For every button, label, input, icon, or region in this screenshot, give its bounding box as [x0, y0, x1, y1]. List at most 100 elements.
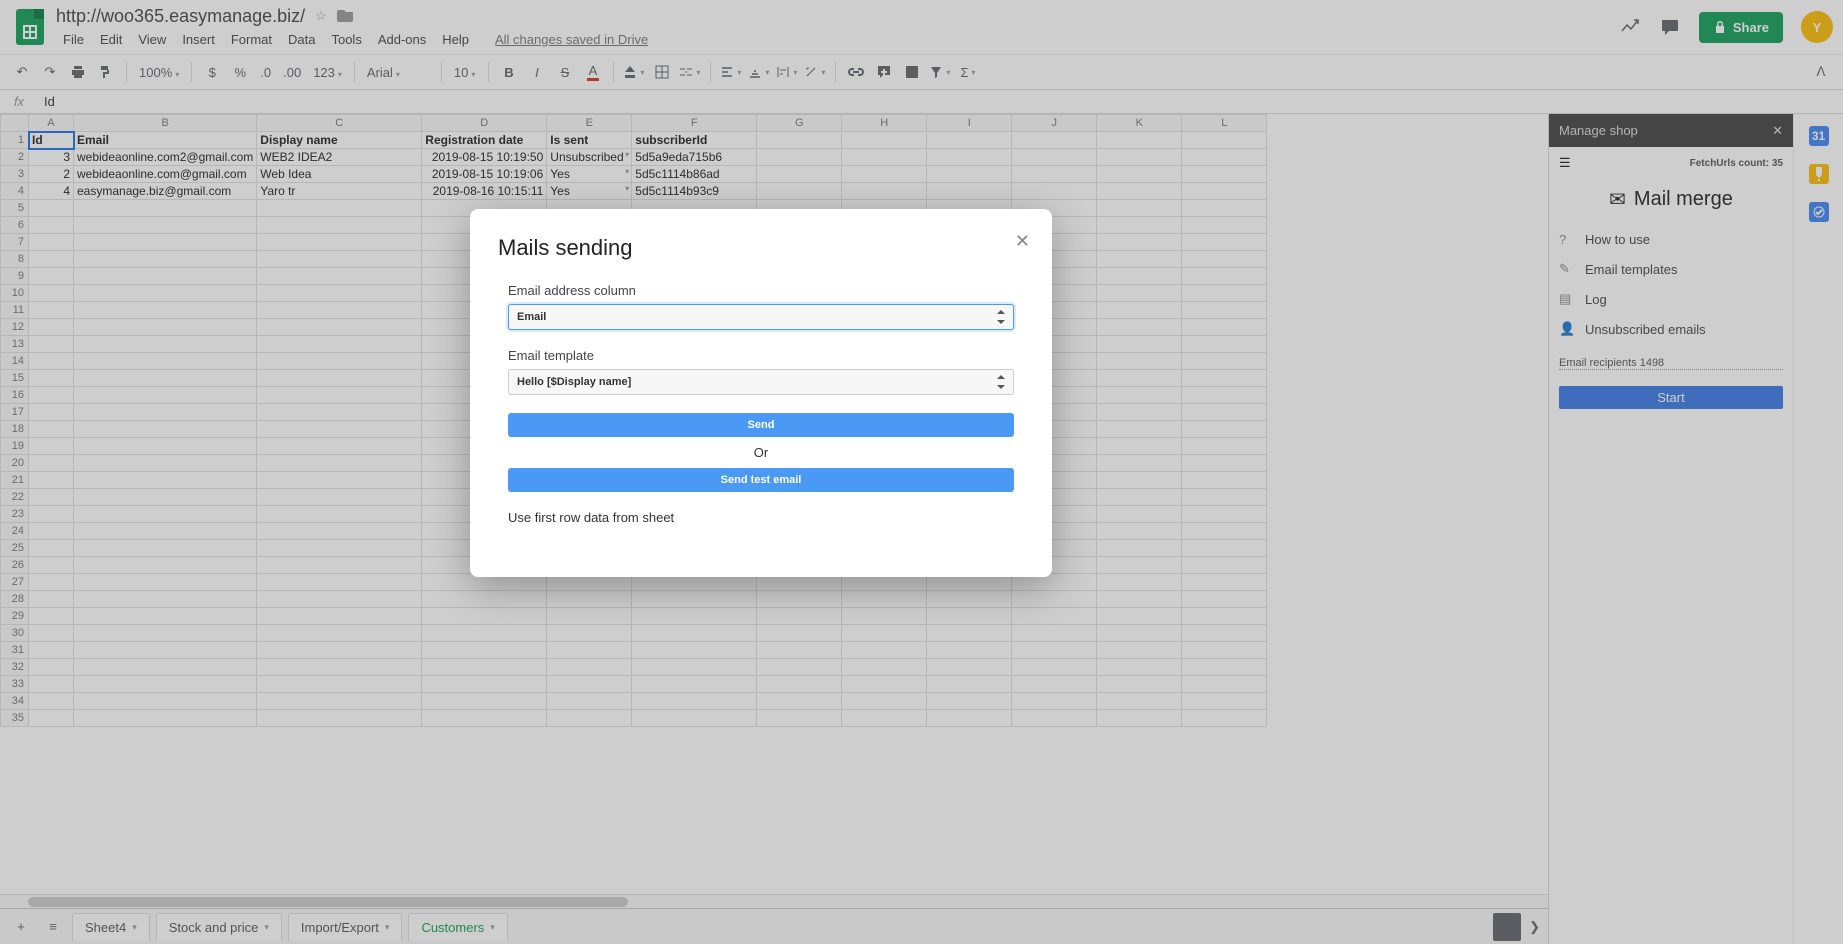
undo-icon[interactable]: ↶: [10, 60, 34, 84]
cell[interactable]: [1012, 710, 1097, 727]
cell[interactable]: [842, 676, 927, 693]
col-header[interactable]: L: [1182, 115, 1267, 132]
number-format-select[interactable]: 123: [309, 65, 346, 80]
col-header[interactable]: D: [422, 115, 547, 132]
col-header[interactable]: F: [632, 115, 757, 132]
cell[interactable]: [257, 642, 422, 659]
text-color-icon[interactable]: A: [581, 60, 605, 84]
menu-edit[interactable]: Edit: [93, 30, 129, 49]
row-header[interactable]: 4: [1, 183, 29, 200]
cell[interactable]: [1182, 370, 1267, 387]
cell[interactable]: [1182, 591, 1267, 608]
cell[interactable]: [632, 676, 757, 693]
cell[interactable]: [757, 625, 842, 642]
cell[interactable]: [1182, 285, 1267, 302]
menu-addons[interactable]: Add-ons: [371, 30, 433, 49]
cell[interactable]: [257, 489, 422, 506]
cell[interactable]: [1097, 557, 1182, 574]
cell[interactable]: [1097, 302, 1182, 319]
cell[interactable]: [29, 710, 74, 727]
cell[interactable]: [29, 251, 74, 268]
cell[interactable]: Web Idea: [257, 166, 422, 183]
cell[interactable]: [257, 336, 422, 353]
row-header[interactable]: 16: [1, 387, 29, 404]
row-header[interactable]: 32: [1, 659, 29, 676]
cell[interactable]: [257, 370, 422, 387]
cell[interactable]: [632, 693, 757, 710]
cell[interactable]: [257, 387, 422, 404]
cell[interactable]: [257, 472, 422, 489]
cell[interactable]: [1097, 234, 1182, 251]
cell[interactable]: [1182, 268, 1267, 285]
cell[interactable]: [29, 302, 74, 319]
share-button[interactable]: Share: [1699, 12, 1783, 43]
cell[interactable]: [257, 676, 422, 693]
cell[interactable]: [257, 523, 422, 540]
borders-icon[interactable]: [650, 60, 674, 84]
bold-icon[interactable]: B: [497, 60, 521, 84]
sidebar-item-templates[interactable]: ✎Email templates: [1559, 261, 1783, 277]
cell[interactable]: [547, 676, 632, 693]
cell[interactable]: [1097, 625, 1182, 642]
functions-icon[interactable]: Σ: [956, 60, 980, 84]
row-header[interactable]: 13: [1, 336, 29, 353]
comment-icon[interactable]: [1659, 16, 1681, 38]
cell[interactable]: [422, 608, 547, 625]
row-header[interactable]: 33: [1, 676, 29, 693]
cell[interactable]: webideaonline.com2@gmail.com: [74, 149, 257, 166]
cell[interactable]: [29, 421, 74, 438]
cell[interactable]: [29, 659, 74, 676]
cell[interactable]: [757, 659, 842, 676]
cell[interactable]: [842, 710, 927, 727]
menu-insert[interactable]: Insert: [175, 30, 222, 49]
cell[interactable]: [74, 387, 257, 404]
cell[interactable]: [74, 353, 257, 370]
cell[interactable]: [29, 455, 74, 472]
cell[interactable]: [74, 710, 257, 727]
decrease-decimal-icon[interactable]: .0: [256, 65, 275, 80]
cell[interactable]: [29, 387, 74, 404]
tab-customers[interactable]: Customers▾: [408, 913, 507, 941]
row-header[interactable]: 31: [1, 642, 29, 659]
cell[interactable]: [1182, 642, 1267, 659]
cell[interactable]: [1012, 591, 1097, 608]
cell[interactable]: [257, 404, 422, 421]
cell[interactable]: [1097, 676, 1182, 693]
cell[interactable]: 5d5c1114b86ad: [632, 166, 757, 183]
cell[interactable]: [632, 608, 757, 625]
cell[interactable]: [74, 472, 257, 489]
cell[interactable]: [74, 540, 257, 557]
cell[interactable]: [257, 217, 422, 234]
cell[interactable]: [1097, 336, 1182, 353]
cell[interactable]: [257, 421, 422, 438]
row-header[interactable]: 35: [1, 710, 29, 727]
cell[interactable]: [74, 421, 257, 438]
row-header[interactable]: 1: [1, 132, 29, 149]
add-sheet-icon[interactable]: +: [8, 914, 34, 940]
row-header[interactable]: 9: [1, 268, 29, 285]
insert-comment-icon[interactable]: [872, 60, 896, 84]
cell[interactable]: [1012, 659, 1097, 676]
font-size-select[interactable]: 10: [450, 65, 480, 80]
cell[interactable]: [29, 217, 74, 234]
print-icon[interactable]: [66, 60, 90, 84]
cell[interactable]: [1097, 319, 1182, 336]
row-header[interactable]: 23: [1, 506, 29, 523]
cell[interactable]: [1182, 319, 1267, 336]
row-header[interactable]: 11: [1, 302, 29, 319]
cell[interactable]: [1182, 387, 1267, 404]
cell[interactable]: [422, 710, 547, 727]
cell[interactable]: [547, 642, 632, 659]
col-header[interactable]: K: [1097, 115, 1182, 132]
cell[interactable]: [74, 693, 257, 710]
row-header[interactable]: 8: [1, 251, 29, 268]
cell[interactable]: [927, 591, 1012, 608]
cell[interactable]: [1097, 591, 1182, 608]
cell[interactable]: Registration date: [422, 132, 547, 149]
cell[interactable]: [842, 625, 927, 642]
cell[interactable]: 3: [29, 149, 74, 166]
cell[interactable]: [1097, 387, 1182, 404]
cell[interactable]: [1097, 506, 1182, 523]
cell[interactable]: [422, 659, 547, 676]
tab-stock-price[interactable]: Stock and price▾: [156, 913, 282, 941]
